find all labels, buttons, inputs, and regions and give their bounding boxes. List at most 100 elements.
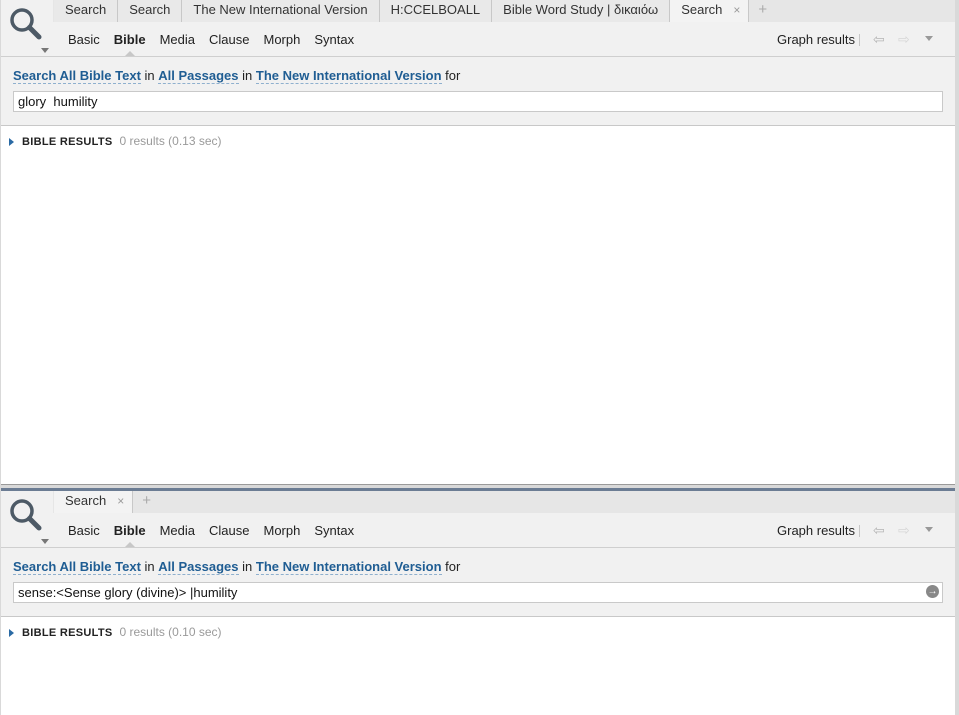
search-panel-top: Search Search The New International Vers… [1,0,955,485]
add-tab-button[interactable]: + [133,491,160,513]
mode-morph[interactable]: Morph [263,22,300,56]
expand-triangle-icon[interactable] [9,629,14,638]
search-input[interactable]: sense:<Sense glory (divine)> |humility → [13,582,943,603]
tab-label: H:CCELBOALL [390,2,481,17]
tab-niv[interactable]: The New International Version [182,0,380,22]
search-input[interactable]: glory humility [13,91,943,112]
mode-morph[interactable]: Morph [263,513,300,547]
tab-label: Search [65,2,107,17]
active-mode-indicator [124,542,135,547]
mode-media[interactable]: Media [160,513,195,547]
search-kind-label: Search [13,559,57,574]
tab-label: Bible Word Study | δικαιόω [503,2,659,17]
passages-dropdown[interactable]: All Passages [158,559,239,575]
mode-bible[interactable]: Bible [114,22,146,56]
bible-results-header[interactable]: BIBLE RESULTS 0 results (0.13 sec) [9,134,222,148]
mode-basic[interactable]: Basic [68,22,100,56]
mode-label: Media [159,523,196,538]
mode-clause[interactable]: Clause [209,22,249,56]
tab-bible-word-study[interactable]: Bible Word Study | δικαιόω [492,0,671,22]
mode-media[interactable]: Media [160,22,195,56]
mode-label: Media [159,32,196,47]
search-query-text: sense:<Sense glory (divine)> |humility [18,585,238,600]
criteria-sentence: Search All Bible Text in All Passages in… [13,68,461,84]
results-label: BIBLE RESULTS [22,627,113,639]
mode-label: Basic [68,32,100,47]
search-criteria: Search All Bible Text in All Passages in… [1,57,955,126]
tab-list: Search Search The New International Vers… [54,0,776,22]
mode-label: Syntax [314,523,355,538]
back-arrow-icon[interactable]: ⇦ [873,22,885,57]
search-scope-label: All Bible Text [59,559,141,574]
magnifier-icon [10,499,42,531]
tab-label: Search [65,493,107,508]
tab-label: Search [129,2,171,17]
graph-results-button[interactable]: Graph results [777,22,855,57]
back-arrow-icon[interactable]: ⇦ [873,513,885,548]
tab-bar: Search Search The New International Vers… [1,0,955,22]
forward-arrow-icon[interactable]: ⇨ [898,22,910,57]
go-arrow-icon[interactable]: → [926,585,939,598]
search-panel-menu[interactable] [1,491,53,547]
chevron-down-icon [41,539,49,544]
criteria-text: in [242,68,253,83]
criteria-text: in [242,559,253,574]
search-panel-menu[interactable] [1,0,53,56]
mode-clause[interactable]: Clause [209,513,249,547]
search-kind-dropdown[interactable]: Search All Bible Text [13,68,141,84]
bible-results-header[interactable]: BIBLE RESULTS 0 results (0.10 sec) [9,625,222,639]
criteria-text: for [445,68,461,83]
tab-bar: Search × + [1,491,955,513]
search-mode-list: Basic Bible Media Clause Morph Syntax [68,513,368,547]
search-criteria: Search All Bible Text in All Passages in… [1,548,955,617]
close-tab-icon[interactable]: × [733,0,740,20]
mode-syntax[interactable]: Syntax [314,513,354,547]
criteria-text: in [144,68,155,83]
mode-label: Bible [113,32,146,47]
add-tab-button[interactable]: + [749,0,776,22]
search-kind-dropdown[interactable]: Search All Bible Text [13,559,141,575]
mode-label: Clause [209,523,250,538]
forward-arrow-icon[interactable]: ⇨ [898,513,910,548]
passages-dropdown[interactable]: All Passages [158,68,239,84]
criteria-sentence: Search All Bible Text in All Passages in… [13,559,461,575]
mode-label: Basic [68,523,100,538]
mode-label: Morph [263,523,301,538]
search-query-text: glory humility [18,94,98,109]
chevron-down-icon[interactable] [925,36,933,41]
mode-label: Morph [263,32,301,47]
tab-label: Search [681,2,723,17]
results-count: 0 results (0.10 sec) [119,625,222,639]
results-count: 0 results (0.13 sec) [119,134,222,148]
search-panel-bottom: Search × + Basic Bible Media Clause Morph… [1,488,955,715]
tab-search-2[interactable]: Search [118,0,183,22]
criteria-text: in [144,559,155,574]
mode-syntax[interactable]: Syntax [314,22,354,56]
version-dropdown[interactable]: The New International Version [255,68,442,84]
graph-results-button[interactable]: Graph results [777,513,855,548]
tab-search-active[interactable]: Search × [670,0,750,22]
chevron-down-icon[interactable] [925,527,933,532]
tab-ccelboall[interactable]: H:CCELBOALL [379,0,493,22]
search-mode-list: Basic Bible Media Clause Morph Syntax [68,22,368,56]
toolbar-divider [859,525,860,537]
mode-label: Clause [209,32,250,47]
mode-label: Syntax [314,32,355,47]
active-mode-indicator [124,51,135,56]
mode-bible[interactable]: Bible [114,513,146,547]
search-toolbar: Basic Bible Media Clause Morph Syntax Gr… [1,513,955,548]
criteria-text: for [445,559,461,574]
magnifier-icon [10,8,42,40]
tab-search-active[interactable]: Search × [54,491,134,513]
tab-label: The New International Version [193,2,368,17]
mode-label: Bible [113,523,146,538]
tab-search-1[interactable]: Search [54,0,119,22]
search-scope-label: All Bible Text [59,68,141,83]
mode-basic[interactable]: Basic [68,513,100,547]
close-tab-icon[interactable]: × [117,491,124,511]
tab-list: Search × + [54,491,160,513]
toolbar-divider [859,34,860,46]
version-dropdown[interactable]: The New International Version [255,559,442,575]
search-toolbar: Basic Bible Media Clause Morph Syntax Gr… [1,22,955,57]
expand-triangle-icon[interactable] [9,138,14,147]
